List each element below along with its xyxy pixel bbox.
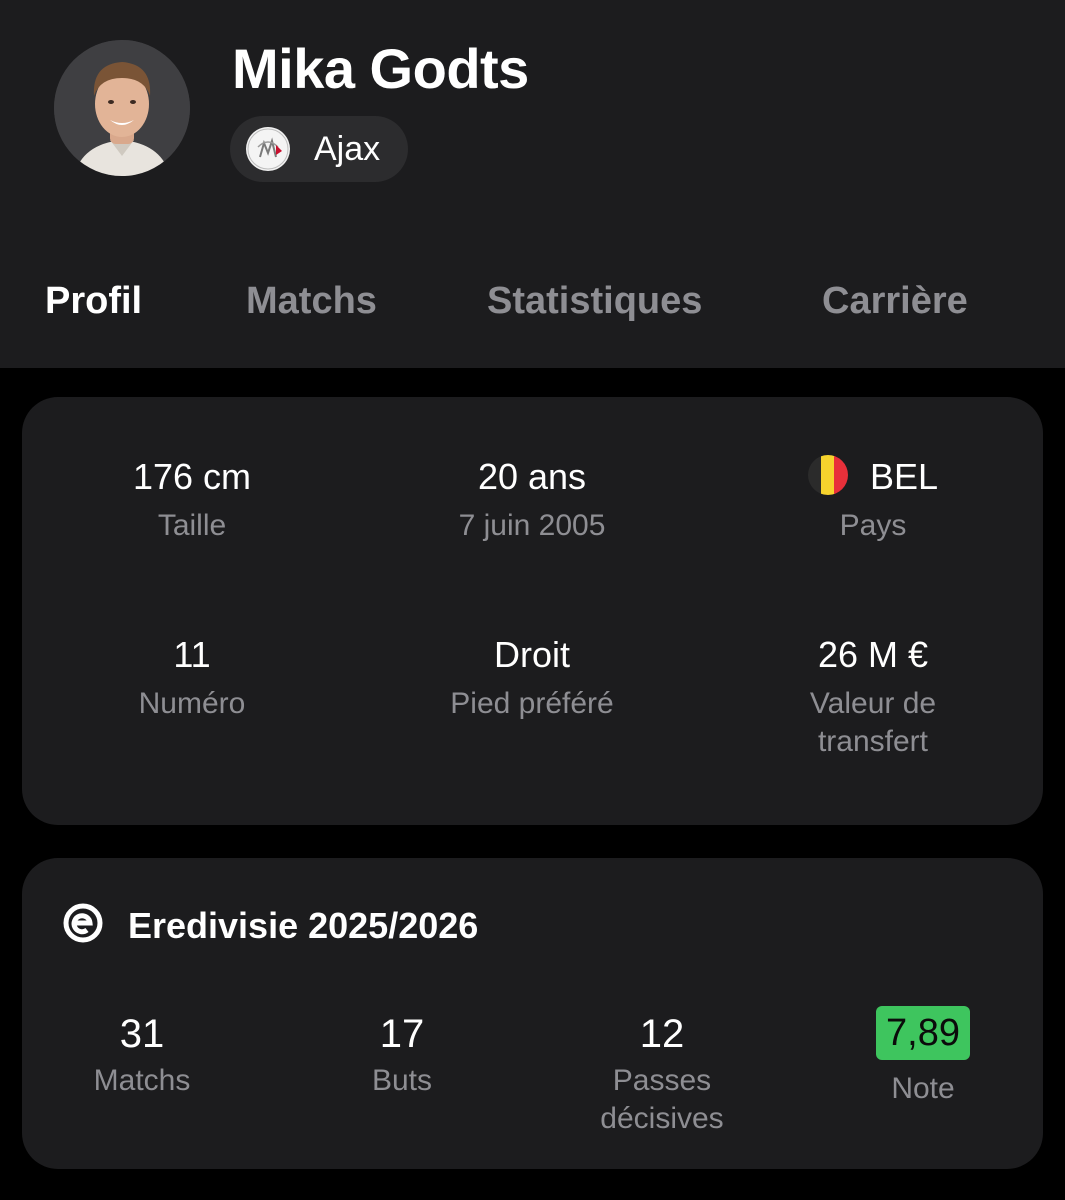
foot-value: Droit [493, 634, 570, 675]
stat-matches: 31 Matchs [12, 1010, 272, 1100]
market-value-cell[interactable]: 26 M € Valeur de transfert [703, 633, 1043, 761]
tab-matchs[interactable]: Matchs [246, 280, 377, 323]
club-name: Ajax [314, 129, 381, 168]
stat-goals-label: Buts [371, 1064, 433, 1097]
birth-date: 7 juin 2005 [458, 509, 606, 542]
player-header: Mika Godts Ajax Profil Matchs Statistiqu… [0, 0, 1065, 368]
country-cell[interactable]: BEL Pays [703, 455, 1043, 545]
country-code: BEL [869, 456, 939, 497]
stat-rating-label: Note [891, 1072, 955, 1105]
number-cell: 11 Numéro [22, 633, 362, 723]
eredivisie-icon [62, 902, 104, 949]
tab-statistiques[interactable]: Statistiques [487, 280, 702, 323]
season-header: Eredivisie 2025/2026 [62, 902, 478, 949]
number-value: 11 [173, 634, 211, 675]
profile-info-card: 176 cm Taille 20 ans 7 juin 2005 BEL Pay… [22, 397, 1043, 825]
stat-assists-label-line2: décisives [600, 1102, 724, 1135]
foot-cell: Droit Pied préféré [362, 633, 702, 723]
stat-assists-value: 12 [639, 1012, 685, 1056]
tab-bar: Profil Matchs Statistiques Carrière [0, 272, 1065, 332]
stat-rating: 7,89 Note [793, 1006, 1053, 1108]
stat-assists: 12 Passes décisives [532, 1010, 792, 1138]
belgium-flag-icon [807, 455, 848, 495]
stat-matches-label: Matchs [93, 1064, 191, 1097]
country-label: Pays [839, 509, 907, 542]
club-chip[interactable]: Ajax [230, 116, 408, 182]
player-name: Mika Godts [232, 37, 529, 100]
foot-label: Pied préféré [450, 687, 614, 720]
height-cell: 176 cm Taille [22, 455, 362, 545]
tab-profil[interactable]: Profil [45, 280, 142, 323]
tab-carriere[interactable]: Carrière [822, 280, 968, 323]
stat-matches-value: 31 [119, 1012, 165, 1056]
stat-assists-label-line1: Passes [612, 1064, 712, 1097]
market-value-label-line2: transfert [817, 725, 929, 758]
height-value: 176 cm [132, 456, 252, 497]
player-photo-icon [54, 40, 190, 176]
market-value: 26 M € [817, 634, 929, 675]
rating-badge: 7,89 [876, 1006, 970, 1060]
height-label: Taille [157, 509, 227, 542]
season-stats-card[interactable]: Eredivisie 2025/2026 31 Matchs 17 Buts 1… [22, 858, 1043, 1169]
stat-goals-value: 17 [379, 1012, 425, 1056]
age-value: 20 ans [477, 456, 587, 497]
age-cell: 20 ans 7 juin 2005 [362, 455, 702, 545]
number-label: Numéro [138, 687, 246, 720]
ajax-crest-icon [246, 127, 290, 171]
market-value-label-line1: Valeur de [809, 687, 937, 720]
season-title: Eredivisie 2025/2026 [128, 904, 479, 946]
stat-goals: 17 Buts [272, 1010, 532, 1100]
player-avatar [54, 40, 190, 176]
